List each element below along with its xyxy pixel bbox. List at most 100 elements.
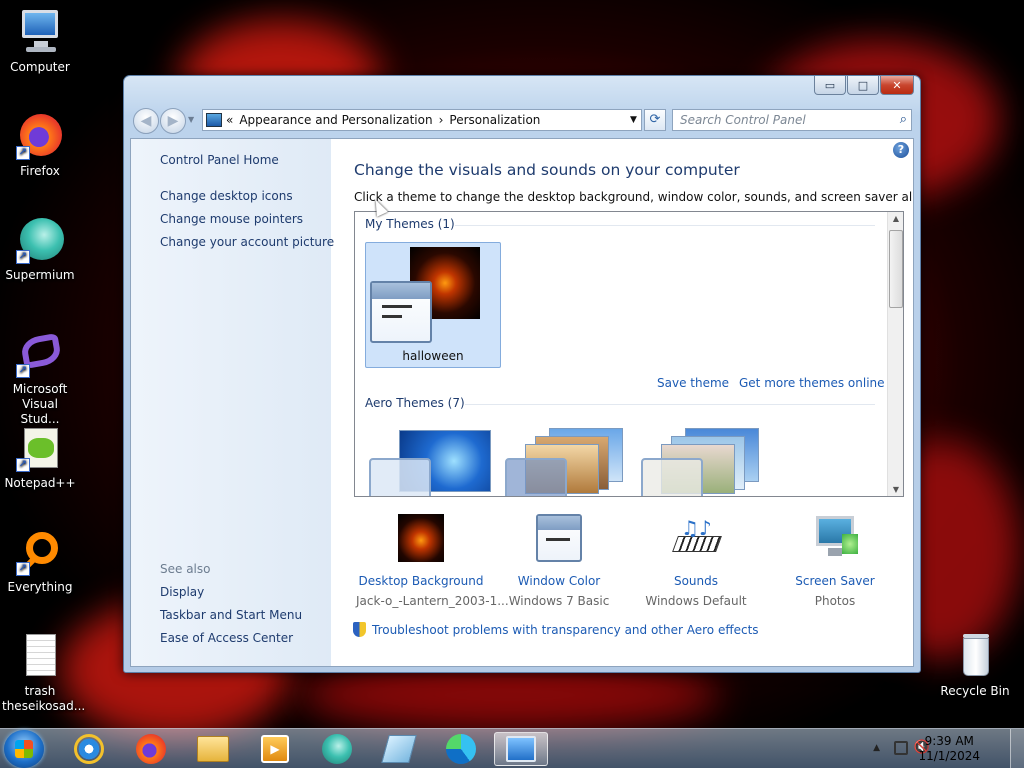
aero-themes-heading: Aero Themes (7) [365, 396, 465, 410]
ease-of-access-link[interactable]: Ease of Access Center [160, 631, 293, 645]
minimize-button[interactable]: ▭ [814, 76, 846, 95]
folder-icon [197, 736, 229, 762]
recent-pages-dropdown[interactable]: ▼ [188, 115, 194, 124]
taskbar-vmware[interactable] [372, 732, 426, 766]
show-desktop-button[interactable] [1010, 729, 1024, 768]
search-icon[interactable]: ⌕ [900, 112, 907, 127]
supermium-icon: ↗ [16, 216, 64, 264]
theme-list: My Themes (1) halloween Save theme Get m… [354, 211, 904, 497]
refresh-button[interactable]: ⟳ [644, 109, 666, 131]
vmware-icon [381, 735, 417, 763]
address-overflow-chevron[interactable]: « [226, 113, 233, 127]
taskbar-edge[interactable] [434, 732, 488, 766]
desktop-icon-label: trash theseikosad... [2, 684, 86, 713]
maximize-button[interactable]: □ [847, 76, 879, 95]
scroll-up-icon[interactable]: ▲ [888, 214, 903, 223]
troubleshoot-text[interactable]: Troubleshoot problems with transparency … [372, 623, 759, 637]
get-more-themes-link[interactable]: Get more themes online [739, 376, 885, 390]
clock[interactable]: 9:39 AM 11/1/2024 [918, 734, 980, 764]
close-button[interactable]: ✕ [880, 76, 914, 95]
desktop-icon-notepadpp[interactable]: ↗ Notepad++ [0, 424, 80, 491]
desktop-icon-supermium[interactable]: ↗ Supermium [0, 216, 80, 283]
sounds-icon: ♫♪ [672, 514, 722, 562]
desktop-background-setting[interactable]: Desktop Background Jack-o_-Lantern_2003-… [356, 514, 509, 608]
back-button[interactable]: ◀ [133, 108, 159, 134]
screen-saver-icon [812, 514, 858, 562]
recycle-bin-icon [951, 632, 999, 680]
theme-architecture[interactable] [505, 428, 635, 496]
setting-value: Windows Default [645, 594, 747, 608]
setting-title[interactable]: Desktop Background [356, 574, 486, 588]
minimize-icon: ▭ [824, 78, 836, 92]
taskbar-supermium[interactable] [310, 732, 364, 766]
desktop-icon-label: Computer [10, 60, 70, 74]
taskbar-media-player[interactable]: ▶ [248, 732, 302, 766]
save-theme-link[interactable]: Save theme [657, 376, 729, 390]
desktop-icon-firefox[interactable]: ↗ Firefox [0, 112, 80, 179]
breadcrumb-separator-icon[interactable]: › [439, 113, 444, 127]
breadcrumb-personalization[interactable]: Personalization [449, 113, 540, 127]
scroll-down-icon[interactable]: ▼ [888, 485, 903, 494]
taskbar-control-panel[interactable] [494, 732, 548, 766]
help-icon[interactable]: ? [893, 142, 909, 158]
desktop-icon-label: Firefox [20, 164, 60, 178]
text-file-icon [16, 632, 64, 680]
network-icon[interactable] [894, 741, 908, 755]
visual-studio-icon: ↗ [16, 330, 64, 378]
theme-windows7[interactable] [369, 428, 499, 496]
address-dropdown-icon[interactable]: ▼ [625, 115, 641, 125]
window-color-setting[interactable]: Window Color Windows 7 Basic [494, 514, 624, 608]
taskbar: ▶ ▲ 🔇 9:39 AM 11/1/2024 [0, 728, 1024, 768]
window-controls: ▭ □ ✕ [814, 76, 914, 95]
edge-icon [446, 734, 476, 764]
window-color-icon [536, 514, 582, 562]
page-title: Change the visuals and sounds on your co… [354, 161, 740, 179]
breadcrumb-appearance[interactable]: Appearance and Personalization [239, 113, 432, 127]
my-themes-group: My Themes (1) [365, 217, 875, 231]
pumpkin-icon [398, 514, 444, 562]
desktop-icon-label: Recycle Bin [940, 684, 1010, 698]
sounds-setting[interactable]: ♫♪ Sounds Windows Default [631, 514, 761, 608]
forward-arrow-icon: ▶ [167, 113, 179, 129]
forward-button[interactable]: ▶ [160, 108, 186, 134]
control-panel-home-link[interactable]: Control Panel Home [160, 153, 279, 167]
aero-themes-group: Aero Themes (7) [365, 396, 875, 410]
taskbar-firefox[interactable] [124, 732, 178, 766]
firefox-icon [136, 734, 166, 764]
show-hidden-icons-button[interactable]: ▲ [873, 743, 880, 753]
setting-title[interactable]: Sounds [631, 574, 761, 588]
navigation-bar: ◀ ▶ ▼ « Appearance and Personalization ›… [130, 106, 914, 136]
desktop-icon-everything[interactable]: ↗ Everything [0, 528, 80, 595]
desktop-icon-trash-file[interactable]: trash theseikosad... [0, 632, 86, 714]
troubleshoot-aero-link[interactable]: Troubleshoot problems with transparency … [353, 622, 759, 637]
media-player-icon: ▶ [261, 735, 289, 763]
theme-list-scrollbar[interactable]: ▲ ▼ [887, 212, 903, 496]
desktop-icon-computer[interactable]: Computer [0, 8, 80, 75]
desktop-icon-label: Microsoft Visual Stud... [12, 382, 68, 426]
shortcut-arrow-icon: ↗ [16, 458, 30, 472]
desktop-icon-visual-studio[interactable]: ↗ Microsoft Visual Stud... [0, 330, 80, 427]
taskbar-start-menu-link[interactable]: Taskbar and Start Menu [160, 608, 302, 622]
theme-halloween[interactable]: halloween [365, 242, 501, 368]
clock-time: 9:39 AM [924, 734, 974, 748]
change-mouse-pointers-link[interactable]: Change mouse pointers [160, 212, 303, 226]
display-link[interactable]: Display [160, 585, 204, 599]
start-button[interactable] [4, 730, 44, 768]
scrollbar-thumb[interactable] [889, 230, 903, 308]
change-account-picture-link[interactable]: Change your account picture [160, 235, 334, 249]
address-bar[interactable]: « Appearance and Personalization › Perso… [202, 109, 642, 131]
desktop-icon-recycle-bin[interactable]: Recycle Bin [935, 632, 1015, 699]
theme-nature[interactable] [641, 428, 771, 496]
taskbar-file-explorer[interactable] [186, 732, 240, 766]
setting-title[interactable]: Window Color [494, 574, 624, 588]
screen-saver-setting[interactable]: Screen Saver Photos [770, 514, 900, 608]
shortcut-arrow-icon: ↗ [16, 562, 30, 576]
search-input[interactable]: Search Control Panel ⌕ [672, 109, 912, 131]
change-desktop-icons-link[interactable]: Change desktop icons [160, 189, 293, 203]
window-content: Control Panel Home Change desktop icons … [130, 138, 914, 667]
desktop-icon-label: Everything [7, 580, 73, 594]
left-navigation-pane: Control Panel Home Change desktop icons … [131, 139, 334, 666]
setting-title[interactable]: Screen Saver [770, 574, 900, 588]
desktop-icon-label: Supermium [5, 268, 75, 282]
taskbar-internet-explorer[interactable] [62, 732, 116, 766]
